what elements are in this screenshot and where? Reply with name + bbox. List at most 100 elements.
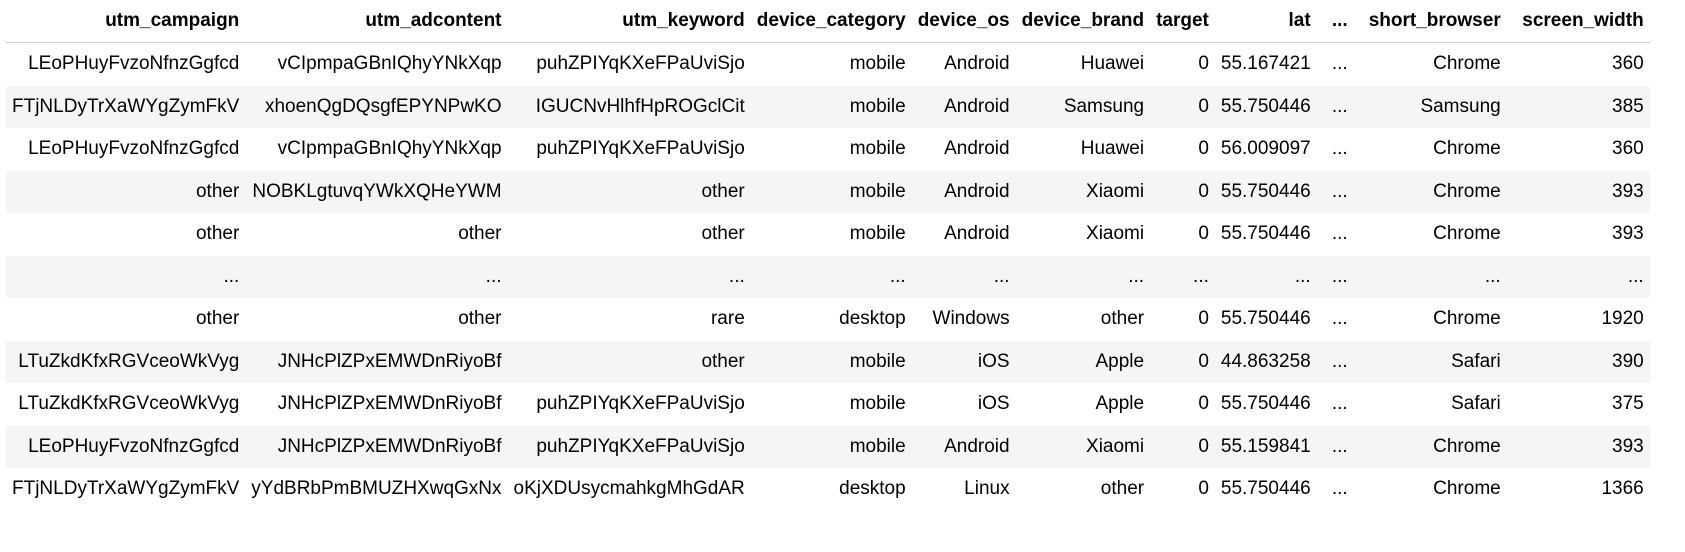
table-cell: 393 xyxy=(1612,223,1644,244)
table-cell: Xiaomi xyxy=(1086,435,1145,457)
table-cell: Samsung xyxy=(1063,95,1145,117)
table-cell: iOS xyxy=(977,350,1010,372)
table-cell: Android xyxy=(944,435,1010,457)
table-cell: Xiaomi xyxy=(1086,223,1145,244)
table-cell: 360 xyxy=(1612,138,1644,159)
table-cell: mobile xyxy=(849,350,906,372)
column-header: screen_width xyxy=(1506,0,1650,43)
table-cell: 375 xyxy=(1612,393,1644,414)
table-cell: Android xyxy=(944,138,1010,159)
table-cell: other xyxy=(701,223,745,244)
table-cell: other xyxy=(1100,308,1145,329)
table-cell: ... xyxy=(1331,180,1348,202)
table-cell: Android xyxy=(944,223,1010,244)
table-cell: 56.009097 xyxy=(1220,138,1311,159)
table-cell: mobile xyxy=(849,393,906,414)
table-cell: NOBKLgtuvqYWkXQHeYWM xyxy=(252,180,502,202)
table-cell: ... xyxy=(1331,95,1348,117)
table-cell: ... xyxy=(1193,265,1209,287)
table-header-row: utm_campaign utm_adcontent utm_keyword devi… xyxy=(6,0,1650,43)
table-cell: Chrome xyxy=(1433,53,1501,74)
table-cell: puhZPIYqKXeFPaUviSjo xyxy=(536,435,745,457)
table-cell: Huawei xyxy=(1080,138,1145,159)
dataframe-output: utm_campaign utm_adcontent utm_keyword devi… xyxy=(0,0,1685,511)
table-row: LEoPHuyFvzoNfnzGgfcd vCIpmpaGBnIQhyYNkXqp… xyxy=(6,42,1650,86)
table-cell: puhZPIYqKXeFPaUviSjo xyxy=(536,138,745,159)
table-cell: desktop xyxy=(839,308,906,329)
table-cell: 55.750446 xyxy=(1220,478,1311,499)
table-cell: vCIpmpaGBnIQhyYNkXqp xyxy=(277,138,502,159)
table-row: ................................. xyxy=(6,255,1650,298)
table-cell: 0 xyxy=(1198,95,1209,117)
table-cell: yYdBRbPmBMUZHXwqGxNx xyxy=(251,478,502,499)
table-cell: ... xyxy=(1331,223,1348,244)
table-cell: Windows xyxy=(932,308,1010,329)
table-cell: 55.167421 xyxy=(1220,53,1311,74)
column-header: utm_campaign xyxy=(6,0,246,43)
table-cell: Linux xyxy=(964,478,1010,499)
column-header: device_os xyxy=(911,0,1016,43)
table-row: other other rare desktop Windows other 0 55.750… xyxy=(6,298,1650,341)
table-cell: mobile xyxy=(849,223,906,244)
table-cell: ... xyxy=(1331,138,1348,159)
table-cell: 0 xyxy=(1198,350,1209,372)
table-cell: ... xyxy=(1627,265,1644,287)
table-cell: IGUCNvHlhfHpROGclCit xyxy=(535,95,745,117)
column-header: lat xyxy=(1214,0,1317,43)
table-cell: other xyxy=(1100,478,1145,499)
table-cell: Huawei xyxy=(1080,53,1145,74)
table-body: LEoPHuyFvzoNfnzGgfcd vCIpmpaGBnIQhyYNkXqp… xyxy=(6,42,1650,511)
column-header: short_browser xyxy=(1353,0,1507,43)
table-cell: 1366 xyxy=(1601,478,1644,499)
column-header: utm_keyword xyxy=(507,0,751,43)
table-cell: other xyxy=(195,308,240,329)
table-cell: 55.750446 xyxy=(1220,95,1311,117)
table-cell: JNHcPlZPxEMWDnRiyoBf xyxy=(277,350,502,372)
table-cell: FTjNLDyTrXaWYgZymFkV xyxy=(12,478,240,499)
table-cell: ... xyxy=(1331,393,1348,414)
table-cell: 0 xyxy=(1198,435,1209,457)
table-cell: 360 xyxy=(1612,53,1644,74)
table-cell: Chrome xyxy=(1433,435,1501,457)
table-cell: ... xyxy=(1128,265,1145,287)
table-row: FTjNLDyTrXaWYgZymFkV yYdBRbPmBMUZHXwqGxNx… xyxy=(6,468,1650,511)
table-row: other other other mobile Android Xiaomi 0 55.75… xyxy=(6,213,1650,256)
table-cell: ... xyxy=(993,265,1010,287)
table-cell: ... xyxy=(1484,265,1501,287)
table-cell: 0 xyxy=(1198,53,1209,74)
table-cell: 1920 xyxy=(1601,308,1644,329)
table-cell: ... xyxy=(728,265,745,287)
table-row: FTjNLDyTrXaWYgZymFkV xhoenQgDQsgfEPYNPwKO… xyxy=(6,85,1650,128)
table-cell: ... xyxy=(1331,265,1348,287)
table-cell: mobile xyxy=(849,95,906,117)
table-cell: iOS xyxy=(977,393,1010,414)
table-cell: desktop xyxy=(839,478,906,499)
table-cell: ... xyxy=(223,265,240,287)
table-cell: 385 xyxy=(1612,95,1644,117)
column-header: utm_adcontent xyxy=(245,0,508,43)
column-header: device_category xyxy=(750,0,912,43)
table-cell: Android xyxy=(944,95,1010,117)
table-cell: JNHcPlZPxEMWDnRiyoBf xyxy=(277,435,502,457)
table-cell: xhoenQgDQsgfEPYNPwKO xyxy=(264,95,502,117)
table-cell: ... xyxy=(1331,308,1348,329)
table-cell: other xyxy=(701,180,745,202)
table-cell: Chrome xyxy=(1433,138,1501,159)
table-cell: ... xyxy=(1294,265,1311,287)
table-cell: Xiaomi xyxy=(1086,180,1145,202)
table-cell: other xyxy=(458,223,502,244)
table-cell: Android xyxy=(944,180,1010,202)
table-cell: vCIpmpaGBnIQhyYNkXqp xyxy=(277,53,502,74)
table-cell: ... xyxy=(1331,350,1348,372)
table-cell: 44.863258 xyxy=(1220,350,1311,372)
dataframe-table: utm_campaign utm_adcontent utm_keyword devi… xyxy=(6,0,1650,511)
table-cell: 55.750446 xyxy=(1220,180,1311,202)
table-cell: 55.750446 xyxy=(1220,223,1311,244)
table-cell: Safari xyxy=(1451,393,1501,414)
table-row: LTuZkdKfxRGVceoWkVyg JNHcPlZPxEMWDnRiyoBf… xyxy=(6,340,1650,383)
table-cell: Chrome xyxy=(1433,308,1501,329)
table-cell: Apple xyxy=(1095,393,1145,414)
column-header: target xyxy=(1150,0,1215,43)
table-row: other NOBKLgtuvqYWkXQHeYWM other mobile Andr… xyxy=(6,170,1650,213)
table-cell: Chrome xyxy=(1433,478,1501,499)
